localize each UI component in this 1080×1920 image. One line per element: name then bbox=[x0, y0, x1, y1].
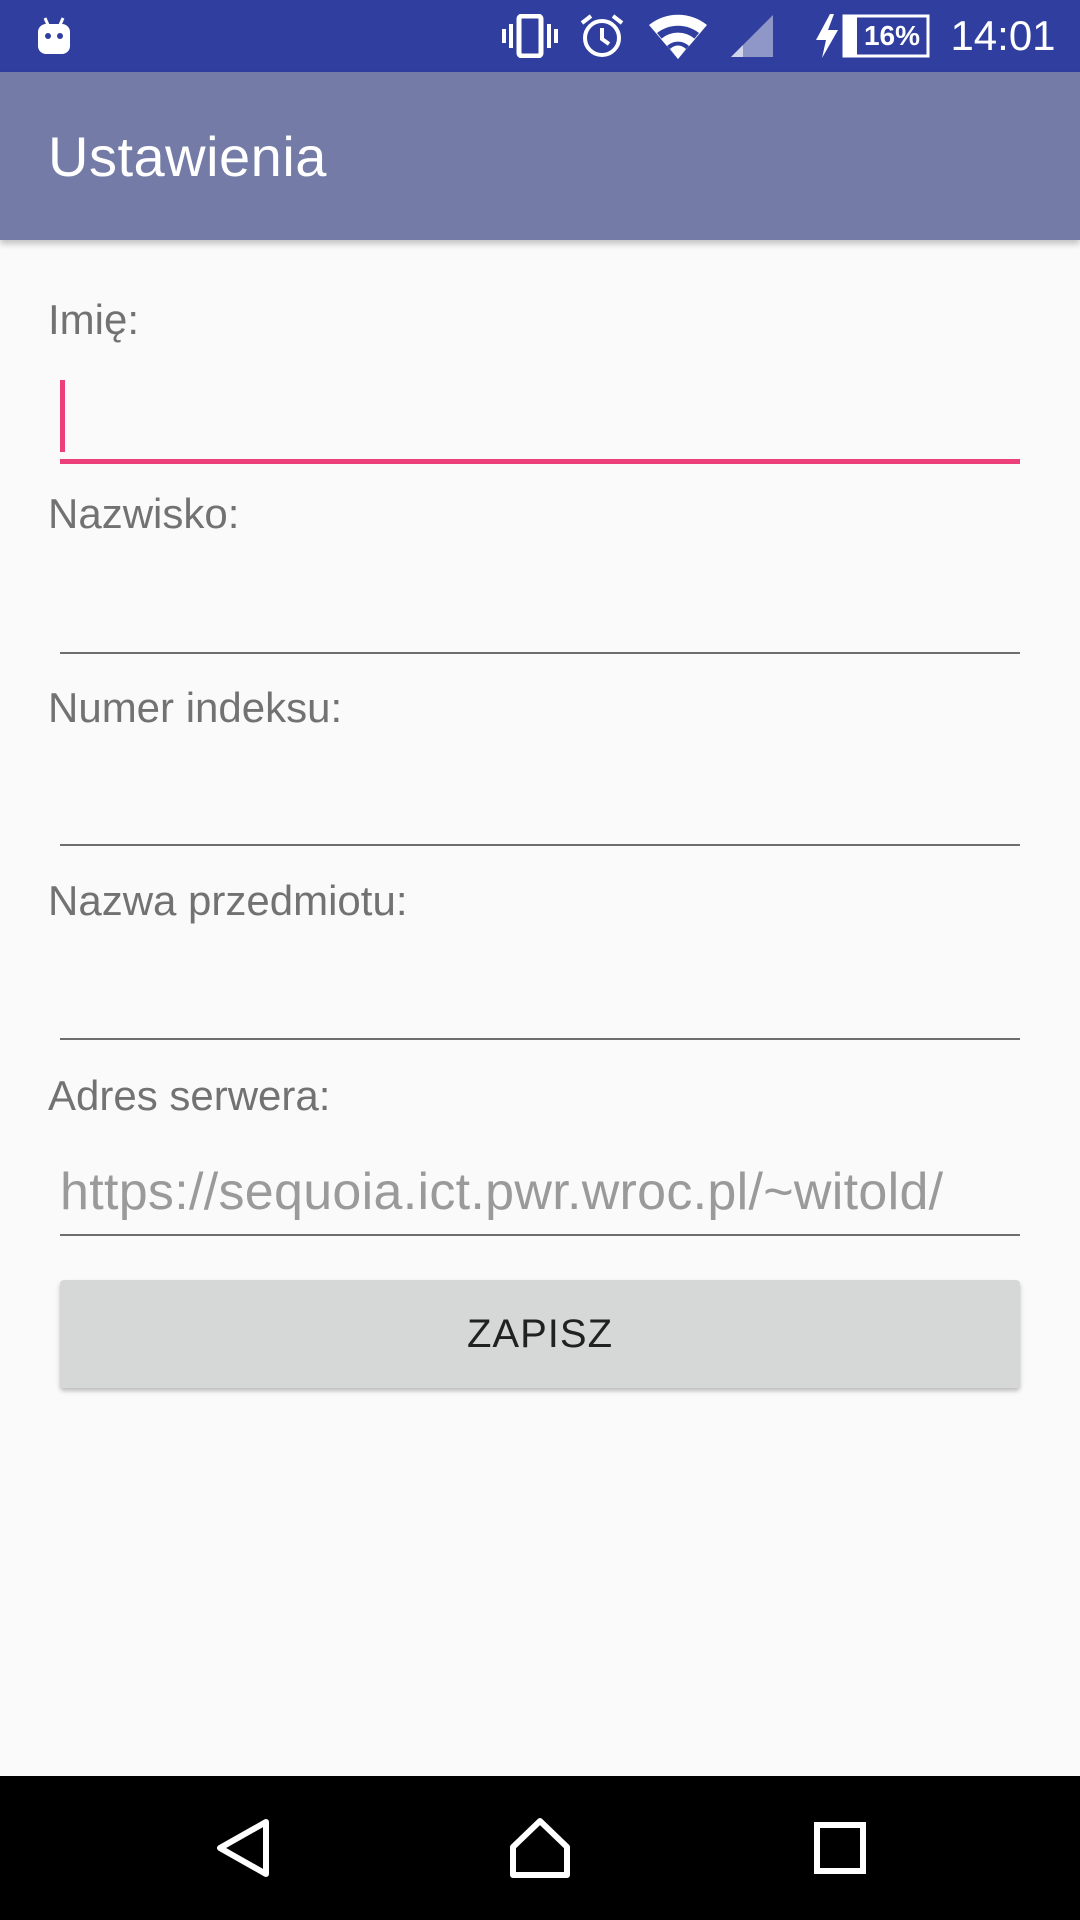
battery-percent: 16% bbox=[863, 20, 921, 51]
server-address-label: Adres serwera: bbox=[48, 1072, 331, 1119]
last-name-field[interactable] bbox=[60, 570, 1020, 654]
back-icon[interactable] bbox=[162, 1776, 322, 1920]
status-bar: 16% 14:01 bbox=[0, 0, 1080, 72]
app-bar: Ustawienia bbox=[0, 72, 1080, 240]
alarm-icon bbox=[578, 0, 626, 72]
server-address-value: https://sequoia.ict.pwr.wroc.pl/~witold/ bbox=[60, 1163, 944, 1221]
recents-icon[interactable] bbox=[760, 1776, 920, 1920]
save-button[interactable]: ZAPISZ bbox=[60, 1280, 1020, 1388]
battery-icon: 16% bbox=[842, 0, 930, 72]
cell-signal-icon bbox=[728, 0, 776, 72]
subject-name-label: Nazwa przedmiotu: bbox=[48, 877, 408, 924]
index-number-label: Numer indeksu: bbox=[48, 684, 343, 731]
settings-screen: 16% 14:01 Ustawienia Imię: Nazwisko: Num… bbox=[0, 0, 1080, 1920]
wifi-icon bbox=[646, 0, 710, 72]
home-icon[interactable] bbox=[460, 1776, 620, 1920]
last-name-label: Nazwisko: bbox=[48, 490, 240, 537]
index-number-field[interactable] bbox=[60, 762, 1020, 846]
clock-text: 14:01 bbox=[950, 12, 1056, 59]
text-cursor bbox=[60, 380, 65, 452]
page-title: Ustawienia bbox=[48, 125, 327, 188]
status-time: 14:01 bbox=[948, 0, 1058, 72]
first-name-field[interactable] bbox=[60, 380, 1020, 464]
first-name-label: Imię: bbox=[48, 296, 140, 343]
charging-icon bbox=[812, 0, 842, 72]
subject-name-field[interactable] bbox=[60, 956, 1020, 1040]
navigation-bar bbox=[0, 1776, 1080, 1920]
vibrate-icon bbox=[502, 0, 558, 72]
android-notification-icon bbox=[34, 0, 74, 72]
